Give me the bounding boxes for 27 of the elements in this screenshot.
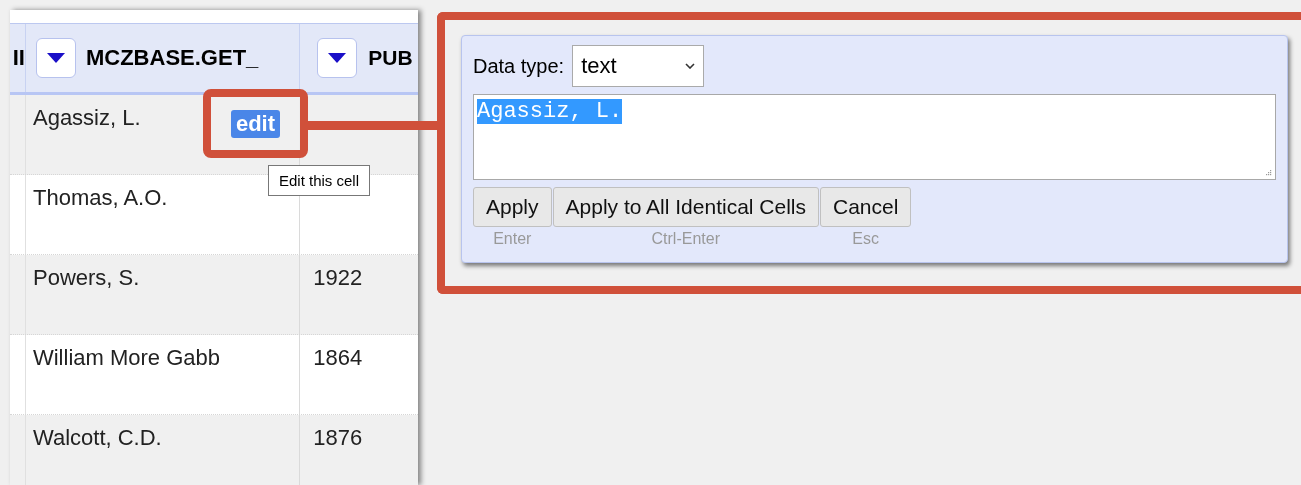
table-cell: 1864 bbox=[313, 345, 363, 370]
shortcut-hint: Enter bbox=[493, 230, 532, 248]
edit-button[interactable]: edit bbox=[230, 109, 281, 138]
chevron-down-icon bbox=[685, 63, 696, 69]
table-cell: 1922 bbox=[313, 265, 363, 290]
column-menu-button[interactable] bbox=[317, 38, 358, 78]
dialog-button[interactable]: Apply to All Identical Cells bbox=[552, 187, 819, 227]
column-header: PUB bbox=[368, 46, 413, 70]
column-menu-button[interactable] bbox=[35, 38, 76, 78]
table-cell: William More Gabb bbox=[32, 345, 220, 370]
data-type-select[interactable]: text bbox=[572, 45, 705, 87]
shortcut-hint: Ctrl-Enter bbox=[651, 230, 720, 248]
triangle-down-icon bbox=[45, 52, 66, 64]
shortcut-hint: Esc bbox=[852, 230, 879, 248]
table-cell: Thomas, A.O. bbox=[32, 185, 168, 210]
resize-grip-icon[interactable] bbox=[1264, 168, 1272, 176]
column-header: MCZBASE.GET_ bbox=[85, 45, 259, 71]
table-cell: 1876 bbox=[313, 425, 363, 450]
tooltip: Edit this cell bbox=[268, 165, 371, 196]
table-cell: Agassiz, L. bbox=[32, 105, 141, 130]
table-cell: Walcott, C.D. bbox=[32, 425, 162, 450]
column-header: II bbox=[10, 24, 26, 92]
field-label: Data type: bbox=[473, 54, 565, 78]
triangle-down-icon bbox=[327, 52, 348, 64]
table-cell: Powers, S. bbox=[32, 265, 140, 290]
dialog-button[interactable]: Apply bbox=[473, 187, 552, 227]
dialog-button[interactable]: Cancel bbox=[820, 187, 912, 227]
